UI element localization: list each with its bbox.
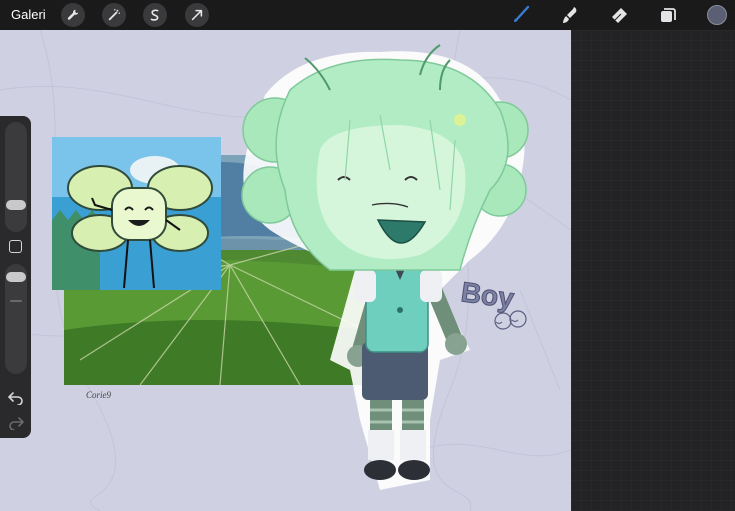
- eraser-icon[interactable]: [607, 4, 631, 26]
- artwork: Boy Corie9: [0, 30, 571, 511]
- redo-icon[interactable]: [7, 414, 25, 430]
- drawing-canvas[interactable]: Boy Corie9: [0, 30, 571, 511]
- boy-label: Boy: [459, 276, 527, 330]
- wrench-icon[interactable]: [61, 3, 85, 27]
- transform-arrow-icon[interactable]: [185, 3, 209, 27]
- top-toolbar: Galeri: [0, 0, 735, 30]
- opacity-marker: [10, 300, 22, 302]
- reference-photo: [52, 137, 221, 290]
- brush-size-thumb[interactable]: [6, 200, 26, 210]
- gallery-button[interactable]: Galeri: [11, 7, 46, 22]
- undo-icon[interactable]: [7, 389, 25, 405]
- artist-signature: Corie9: [86, 390, 112, 400]
- workspace-background: [571, 30, 735, 511]
- opacity-slider[interactable]: [5, 264, 27, 374]
- left-sidebar: [0, 116, 31, 438]
- layers-icon[interactable]: [656, 4, 680, 26]
- magic-wand-icon[interactable]: [102, 3, 126, 27]
- current-color-swatch[interactable]: [707, 5, 727, 25]
- brush-size-slider[interactable]: [5, 122, 27, 232]
- smudge-icon[interactable]: [558, 4, 582, 26]
- selection-icon[interactable]: [143, 3, 167, 27]
- opacity-thumb[interactable]: [6, 272, 26, 282]
- brush-icon[interactable]: [509, 4, 533, 26]
- modify-button[interactable]: [9, 240, 22, 253]
